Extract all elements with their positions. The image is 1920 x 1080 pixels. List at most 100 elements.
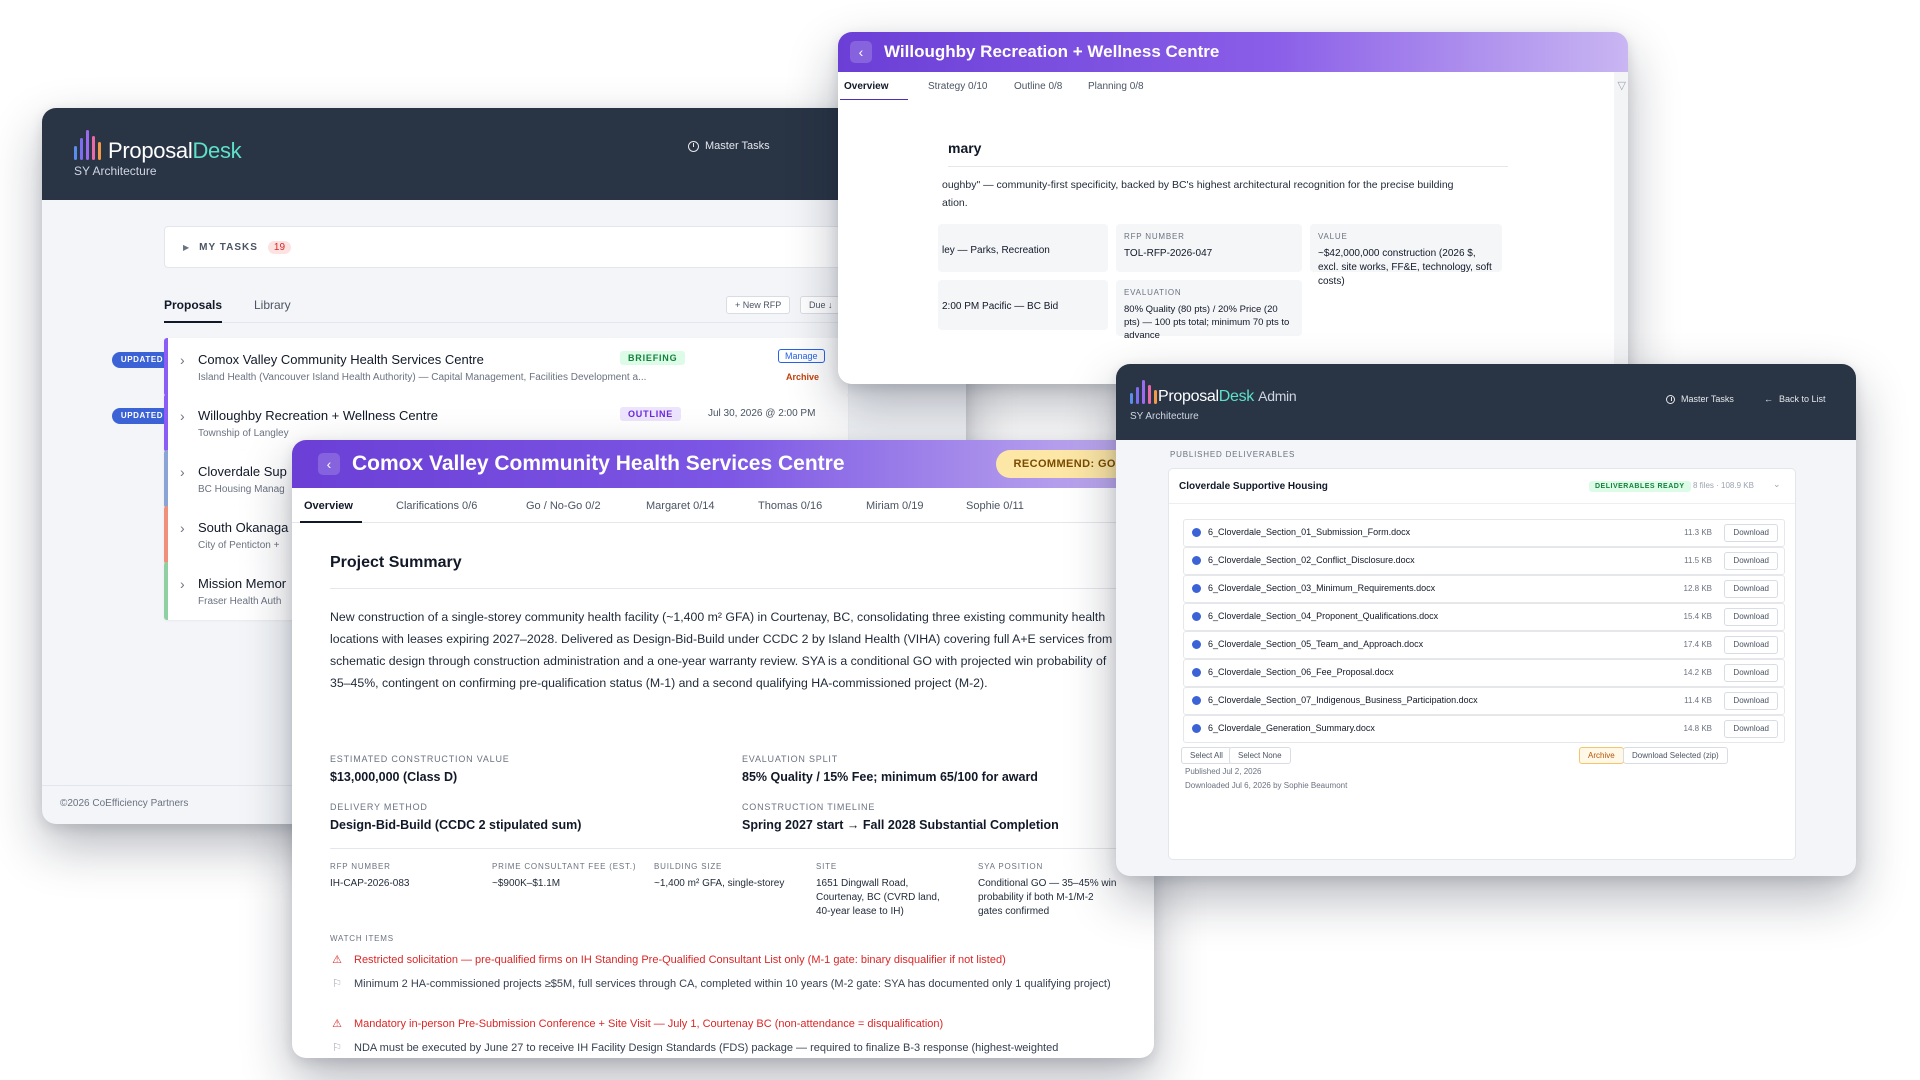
archive-button[interactable]: Archive [1579,747,1624,764]
due-date: Jul 30, 2026 @ 2:00 PM [708,408,816,419]
due-card: 2:00 PM Pacific — BC Bid [938,280,1108,330]
tab-clarifications[interactable]: Clarifications 0/6 [396,500,477,512]
tab-overview[interactable]: Overview [844,81,888,92]
download-button[interactable]: Download [1724,720,1778,738]
project-name: Cloverdale Supportive Housing [1179,481,1328,492]
active-tab-underline [300,521,362,523]
sort-due-button[interactable]: Due ↓ [800,296,842,314]
tab-thomas[interactable]: Thomas 0/16 [758,500,822,512]
watch-items-label: WATCH ITEMS [330,934,394,943]
rfp-number: RFP NUMBER IH-CAP-2026-083 [330,862,410,889]
archive-link[interactable]: Archive [786,372,819,382]
select-none-button[interactable]: Select None [1229,747,1291,764]
checkbox-checked-icon[interactable] [1192,528,1201,537]
proposal-client: Island Health (Vancouver Island Health A… [198,372,647,383]
updated-badge: UPDATED [112,408,172,424]
project-summary: New construction of a single-storey comm… [330,610,1113,690]
master-tasks-link[interactable]: Master Tasks [1666,394,1734,404]
list-item[interactable]: 6_Cloverdale_Section_06_Fee_Proposal.doc… [1183,659,1785,687]
list-item[interactable]: 6_Cloverdale_Section_03_Minimum_Requirem… [1183,575,1785,603]
list-item[interactable]: 6_Cloverdale_Generation_Summary.docx 14.8… [1183,715,1785,743]
checkbox-checked-icon[interactable] [1192,612,1201,621]
published-date: Published Jul 2, 2026 [1185,767,1262,776]
tab-sophie[interactable]: Sophie 0/11 [966,500,1024,512]
manage-button[interactable]: Manage [778,349,825,363]
checkbox-checked-icon[interactable] [1192,696,1201,705]
project-title-bar: ‹ Comox Valley Community Health Services… [292,440,1154,488]
download-button[interactable]: Download [1724,692,1778,710]
tab-proposals[interactable]: Proposals [164,298,222,312]
my-tasks-toggle[interactable]: ▶ MY TASKS 19 [164,226,846,268]
new-rfp-button[interactable]: + New RFP [726,296,791,314]
tab-overview[interactable]: Overview [304,500,353,512]
tab-miriam[interactable]: Miriam 0/19 [866,500,923,512]
site: SITE 1651 Dingwall Road, Courtenay, BC (… [816,862,940,917]
summary-line: oughby" — community-first specificity, b… [942,179,1454,191]
client-card: ley — Parks, Recreation [938,224,1108,272]
active-tab-underline [164,321,222,323]
checkbox-checked-icon[interactable] [1192,724,1201,733]
stage-badge: OUTLINE [620,407,682,421]
logo-icon [74,126,101,160]
proposal-title: South Okanaga [198,520,289,535]
evaluation-card: EVALUATION 80% Quality (80 pts) / 20% Pr… [1116,280,1302,341]
evaluation-split: EVALUATION SPLIT 85% Quality / 15% Fee; … [742,754,1038,784]
back-chevron-icon[interactable]: ‹ [850,41,872,63]
caret-right-icon: ▶ [183,242,190,252]
my-tasks-label: MY TASKS [199,241,258,253]
download-button[interactable]: Download [1724,524,1778,542]
construction-timeline: CONSTRUCTION TIMELINE Spring 2027 start … [742,802,1059,832]
comox-window: ‹ Comox Valley Community Health Services… [292,440,1154,1058]
download-button[interactable]: Download [1724,608,1778,626]
download-button[interactable]: Download [1724,552,1778,570]
warning-icon: ⚠ [332,954,342,966]
rfp-number-card: RFP NUMBER TOL-RFP-2026-047 [1116,224,1302,272]
list-item[interactable]: 6_Cloverdale_Section_02_Conflict_Disclos… [1183,547,1785,575]
table-row[interactable]: › Comox Valley Community Health Services… [164,338,848,396]
tab-strategy[interactable]: Strategy 0/10 [928,81,987,92]
master-tasks-link[interactable]: Master Tasks [688,140,770,152]
admin-header: ProposalDesk Admin SY Architecture Maste… [1116,364,1856,440]
watch-item: ⚠ Mandatory in-person Pre-Submission Con… [330,1016,1120,1032]
list-item[interactable]: 6_Cloverdale_Section_07_Indigenous_Busin… [1183,687,1785,715]
download-selected-button[interactable]: Download Selected (zip) [1623,747,1728,764]
clock-icon [1666,394,1675,404]
project-tabs: Overview Clarifications 0/6 Go / No-Go 0… [292,488,1154,523]
download-button[interactable]: Download [1724,580,1778,598]
proposal-title: Cloverdale Sup [198,464,287,479]
admin-window: ProposalDesk Admin SY Architecture Maste… [1116,364,1856,876]
willoughby-window: ‹ Willoughby Recreation + Wellness Centr… [838,32,1628,384]
tab-planning[interactable]: Planning 0/8 [1088,81,1144,92]
value-card: VALUE ~$42,000,000 construction (2026 $,… [1310,224,1502,287]
download-button[interactable]: Download [1724,636,1778,654]
tab-margaret[interactable]: Margaret 0/14 [646,500,714,512]
tab-outline[interactable]: Outline 0/8 [1014,81,1062,92]
checkbox-checked-icon[interactable] [1192,584,1201,593]
dashboard-header: ProposalDesk SY Architecture Master Task… [42,108,966,200]
back-to-list-link[interactable]: ← Back to List [1764,394,1826,404]
filter-icon[interactable]: ▽ [1618,79,1626,92]
list-item[interactable]: 6_Cloverdale_Section_05_Team_and_Approac… [1183,631,1785,659]
checkbox-checked-icon[interactable] [1192,640,1201,649]
checkbox-checked-icon[interactable] [1192,668,1201,677]
download-button[interactable]: Download [1724,664,1778,682]
proposal-client: City of Penticton + [198,540,280,551]
my-tasks-count: 19 [267,240,292,254]
chevron-right-icon: › [180,408,185,424]
list-item[interactable]: 6_Cloverdale_Section_04_Proponent_Qualif… [1183,603,1785,631]
section-label: PUBLISHED DELIVERABLES [1170,450,1296,459]
file-meta: 8 files · 108.9 KB [1693,481,1754,490]
list-item[interactable]: 6_Cloverdale_Section_01_Submission_Form.… [1183,519,1785,547]
checkbox-checked-icon[interactable] [1192,556,1201,565]
chevron-down-icon[interactable]: ⌄ [1773,479,1781,490]
tab-library[interactable]: Library [254,298,291,312]
construction-value: ESTIMATED CONSTRUCTION VALUE $13,000,000… [330,754,510,784]
select-all-button[interactable]: Select All [1181,747,1232,764]
back-chevron-icon[interactable]: ‹ [318,453,340,475]
stage-badge: BRIEFING [620,351,686,365]
proposal-title: Comox Valley Community Health Services C… [198,352,484,367]
updated-badge: UPDATED [112,352,172,368]
tab-go-no-go[interactable]: Go / No-Go 0/2 [526,500,601,512]
logo-icon [1130,378,1157,404]
proposal-title: Mission Memor [198,576,287,591]
